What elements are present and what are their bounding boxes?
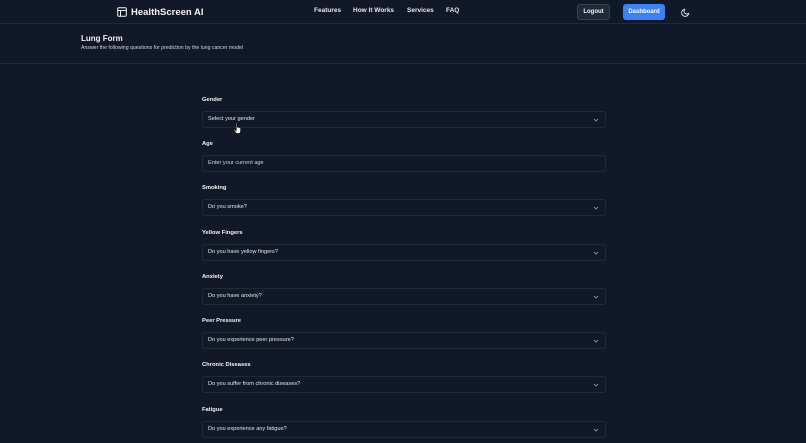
moon-icon[interactable] [681,7,691,17]
chevron-down-icon [593,206,599,210]
page-header: Lung Form Answer the following questions… [0,24,806,64]
select-value: Do you smoke? [208,204,247,210]
chevron-down-icon [593,383,599,387]
select-value: Do you experience peer pressure? [208,337,294,343]
fatigue-select[interactable]: Do you experience any fatigue? [202,421,606,438]
field-peer-pressure: Peer Pressure Do you experience peer pre… [202,318,606,358]
field-smoking: Smoking Do you smoke? [202,185,606,225]
brand-name: HealthScreen AI [131,6,204,18]
field-label: Fatigue [202,407,223,413]
field-gender: Gender Select your gender [202,97,606,137]
field-label: Yellow Fingers [202,230,243,236]
hand-pointer-icon [233,122,241,134]
select-value: Do you have anxiety? [208,293,262,299]
anxiety-select[interactable]: Do you have anxiety? [202,288,606,305]
dashboard-button[interactable]: Dashboard [623,4,665,20]
select-value: Select your gender [208,116,255,122]
nav-link-services[interactable]: Services [407,7,434,14]
field-label: Peer Pressure [202,318,241,324]
gender-select[interactable]: Select your gender [202,111,606,128]
chevron-down-icon [593,251,599,255]
smoking-select[interactable]: Do you smoke? [202,199,606,216]
select-value: Do you experience any fatigue? [208,426,287,432]
field-chronic-diseases: Chronic Diseases Do you suffer from chro… [202,362,606,402]
chevron-down-icon [593,428,599,432]
top-navbar: HealthScreen AI Features How It Works Se… [0,0,806,24]
nav-link-how-it-works[interactable]: How It Works [353,7,394,14]
yellow-fingers-select[interactable]: Do you have yellow fingers? [202,244,606,261]
field-age: Age Enter your current age [202,141,606,181]
layout-icon [117,7,127,17]
chevron-down-icon [593,295,599,299]
chevron-down-icon [593,339,599,343]
field-anxiety: Anxiety Do you have anxiety? [202,274,606,314]
age-input[interactable]: Enter your current age [202,155,606,172]
field-fatigue: Fatigue Do you experience any fatigue? [202,407,606,443]
select-value: Do you have yellow fingers? [208,249,278,255]
brand-logo[interactable]: HealthScreen AI [117,5,204,19]
chevron-down-icon [593,118,599,122]
nav-link-features[interactable]: Features [314,7,341,14]
nav-link-faq[interactable]: FAQ [446,7,459,14]
select-value: Do you suffer from chronic diseases? [208,381,301,387]
peer-pressure-select[interactable]: Do you experience peer pressure? [202,332,606,349]
input-placeholder: Enter your current age [208,160,264,166]
logout-button[interactable]: Logout [577,4,610,20]
field-label: Anxiety [202,274,223,280]
field-label: Gender [202,97,223,103]
field-label: Age [202,141,213,147]
field-yellow-fingers: Yellow Fingers Do you have yellow finger… [202,230,606,270]
chronic-diseases-select[interactable]: Do you suffer from chronic diseases? [202,376,606,393]
page-title: Lung Form [81,34,123,43]
field-label: Chronic Diseases [202,362,251,368]
page-subtitle: Answer the following questions for predi… [81,45,244,51]
field-label: Smoking [202,185,227,191]
